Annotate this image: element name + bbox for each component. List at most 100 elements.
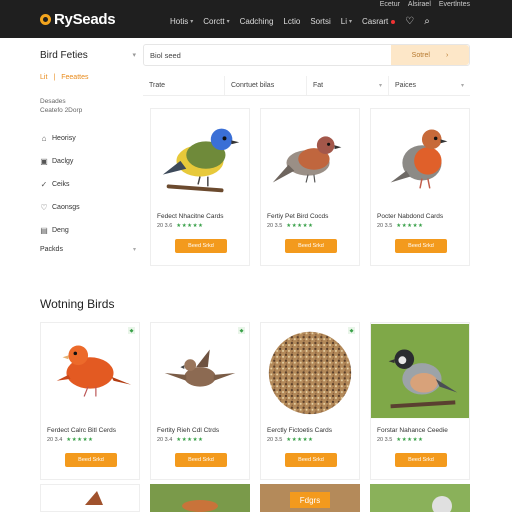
product-image (432, 496, 452, 516)
cart-link[interactable]: Casrart (362, 17, 396, 26)
product-price: 20 3.5 (267, 437, 283, 443)
logo-text: RySeads (54, 10, 116, 28)
product-card-partial[interactable] (150, 484, 250, 512)
sidebar-subtitle: Desades Ceatefo 2Dorp (40, 98, 83, 114)
chevron-down-icon: ▾ (226, 19, 230, 25)
product-name: Ferdect Calrc Bitl Cerds (47, 427, 116, 434)
product-name: Eerctly Fictoetis Cards (267, 427, 333, 434)
sidebar-item[interactable]: ✓ Ceiks (40, 173, 136, 196)
product-price: 20 3.5 (267, 223, 283, 229)
product-card-partial[interactable] (40, 484, 140, 512)
product-name: Pocter Nabdond Cards (377, 213, 444, 220)
product-card[interactable]: ◆ Fertity Rieh Cdl Ctrds 20 3.4 ★★★★★ Bee… (150, 322, 250, 480)
utility-links: Ecetur Alsirael Evertlntes (380, 1, 470, 8)
nav-label: Casrart (362, 17, 389, 26)
nav-item[interactable]: Sortsi (310, 17, 330, 26)
feeder-icon: ▣ (40, 157, 48, 166)
filter-bar: Trate Conrtuet bilas Fat ▾ Paices ▾ (143, 76, 470, 96)
sidebar-item-label: Ceiks (52, 181, 70, 188)
product-meta: 20 3.6 ★★★★★ (157, 223, 203, 229)
product-name: Fedect Nhacitne Cards (157, 213, 224, 220)
nav-label: Corctt (203, 17, 225, 26)
sidebar-item[interactable]: ▣ Daclgy (40, 150, 136, 173)
section-title: Wotning Birds (40, 297, 115, 311)
search-icon[interactable]: ⌕ (424, 16, 430, 27)
rating-stars: ★★★★★ (176, 437, 204, 443)
sidebar-item-label: Deng (52, 227, 69, 234)
product-meta: 20 3.5 ★★★★★ (267, 437, 313, 443)
product-card[interactable]: ◆ Forstar Nahance Ceedie 20 3.5★★★★★ Bee… (370, 322, 470, 480)
chevron-down-icon: ▾ (132, 52, 136, 59)
filter-label: Conrtuet bilas (231, 82, 275, 89)
search-button[interactable]: Sotrel › (391, 45, 469, 65)
search-button-label: Sotrel (411, 51, 430, 59)
product-price: 20 3.4 (157, 437, 173, 443)
product-price: 20 3.4 (47, 437, 63, 443)
product-meta: 20 3.5 ★★★★★ (377, 223, 423, 229)
utility-link[interactable]: Evertlntes (439, 1, 470, 8)
product-card-partial[interactable] (370, 484, 470, 516)
sidebar-item[interactable]: ▤ Deng (40, 219, 136, 242)
sidebar-item[interactable]: ⌂ Heorisy (40, 127, 136, 150)
nav-item[interactable]: Corctt ▾ (203, 17, 229, 26)
filter-label: Trate (149, 82, 166, 89)
sidebar-header[interactable]: Bird Feties ▾ (40, 44, 136, 66)
search-input[interactable]: Biol seed (150, 51, 181, 60)
tab-divider: | (53, 74, 56, 81)
product-price: 20 3.6 (157, 223, 173, 229)
nav-label: Li (340, 17, 348, 26)
search-bar: Biol seed Sotrel › (143, 44, 470, 66)
product-meta: 20 3.5 ★★★★★ (377, 437, 423, 443)
sidebar-tab[interactable]: Feeattes (61, 74, 88, 81)
product-image (390, 129, 448, 189)
rating-stars: ★★★★★ (396, 437, 424, 443)
filter-dropdown[interactable]: Trate (143, 76, 225, 95)
product-meta: 20 3.4 ★★★★★ (157, 437, 203, 443)
sidebar-item[interactable]: ♡ Caonsgs (40, 196, 136, 219)
nav-item[interactable]: Li ▾ (341, 17, 352, 26)
add-to-cart-button[interactable]: Beed Srkd (285, 239, 337, 253)
add-to-cart-button[interactable]: Beed Srkd (285, 453, 337, 467)
utility-link[interactable]: Ecetur (380, 1, 400, 8)
product-name: Forstar Nahance Ceedie (377, 427, 448, 434)
product-card[interactable]: Fedect Nhacitne Cards 20 3.6 ★★★★★ Beed S… (150, 108, 250, 266)
heart-icon[interactable]: ♡ (405, 16, 414, 27)
nav-item[interactable]: Cadching (240, 17, 274, 26)
product-image (162, 128, 240, 193)
product-image (272, 136, 342, 183)
product-card[interactable]: Fertiy Pet Bird Cocds 20 3.5 ★★★★★ Beed S… (260, 108, 360, 266)
add-to-cart-button[interactable]: Beed Srkd (395, 453, 447, 467)
rating-stars: ★★★★★ (286, 223, 314, 229)
product-name: Fertiy Pet Bird Cocds (267, 213, 329, 220)
add-to-cart-button[interactable]: Beed Srkd (175, 453, 227, 467)
product-card-partial[interactable]: Fdgrs (260, 484, 360, 512)
nav-item[interactable]: Hotis ▾ (170, 17, 193, 26)
sidebar-more[interactable]: Packds ▾ (40, 246, 136, 253)
site-logo[interactable]: RySeads (40, 9, 116, 29)
rating-stars: ★★★★★ (66, 437, 94, 443)
filter-dropdown[interactable]: Conrtuet bilas (225, 76, 307, 95)
filter-label: Paices (395, 82, 417, 89)
product-card[interactable]: ◆ Ferdect Calrc Bitl Cerds 20 3.4 ★★★★★ B… (40, 322, 140, 480)
sidebar-tab[interactable]: Lit (40, 74, 47, 81)
product-image (268, 331, 352, 415)
heart-icon: ♡ (40, 203, 48, 212)
add-to-cart-button[interactable]: Beed Srkd (395, 239, 447, 253)
rating-stars: ★★★★★ (396, 223, 424, 229)
sidebar-list: ⌂ Heorisy ▣ Daclgy ✓ Ceiks ♡ Caonsgs ▤ Deng (40, 127, 136, 242)
filter-dropdown[interactable]: Paices ▾ (389, 76, 470, 95)
add-to-cart-button[interactable]: Beed Srkd (65, 453, 117, 467)
product-card[interactable]: ◆ Eerctly Fictoetis Cards 20 3.5 ★★★★★ Be… (260, 322, 360, 480)
top-header: RySeads Ecetur Alsirael Evertlntes Hotis… (0, 0, 512, 38)
filter-dropdown[interactable]: Fat ▾ (307, 76, 389, 95)
house-icon: ⌂ (41, 134, 47, 143)
product-card[interactable]: Pocter Nabdond Cards 20 3.5 ★★★★★ Beed Sr… (370, 108, 470, 266)
rating-stars: ★★★★★ (286, 437, 314, 443)
add-to-cart-button[interactable]: Beed Srkd (175, 239, 227, 253)
product-price: 20 3.5 (377, 223, 393, 229)
product-image (85, 491, 103, 505)
utility-link[interactable]: Alsirael (408, 1, 431, 8)
sidebar-item-label: Heorisy (52, 135, 76, 142)
nav-item[interactable]: Lctio (283, 17, 300, 26)
chevron-down-icon: ▾ (349, 19, 353, 25)
